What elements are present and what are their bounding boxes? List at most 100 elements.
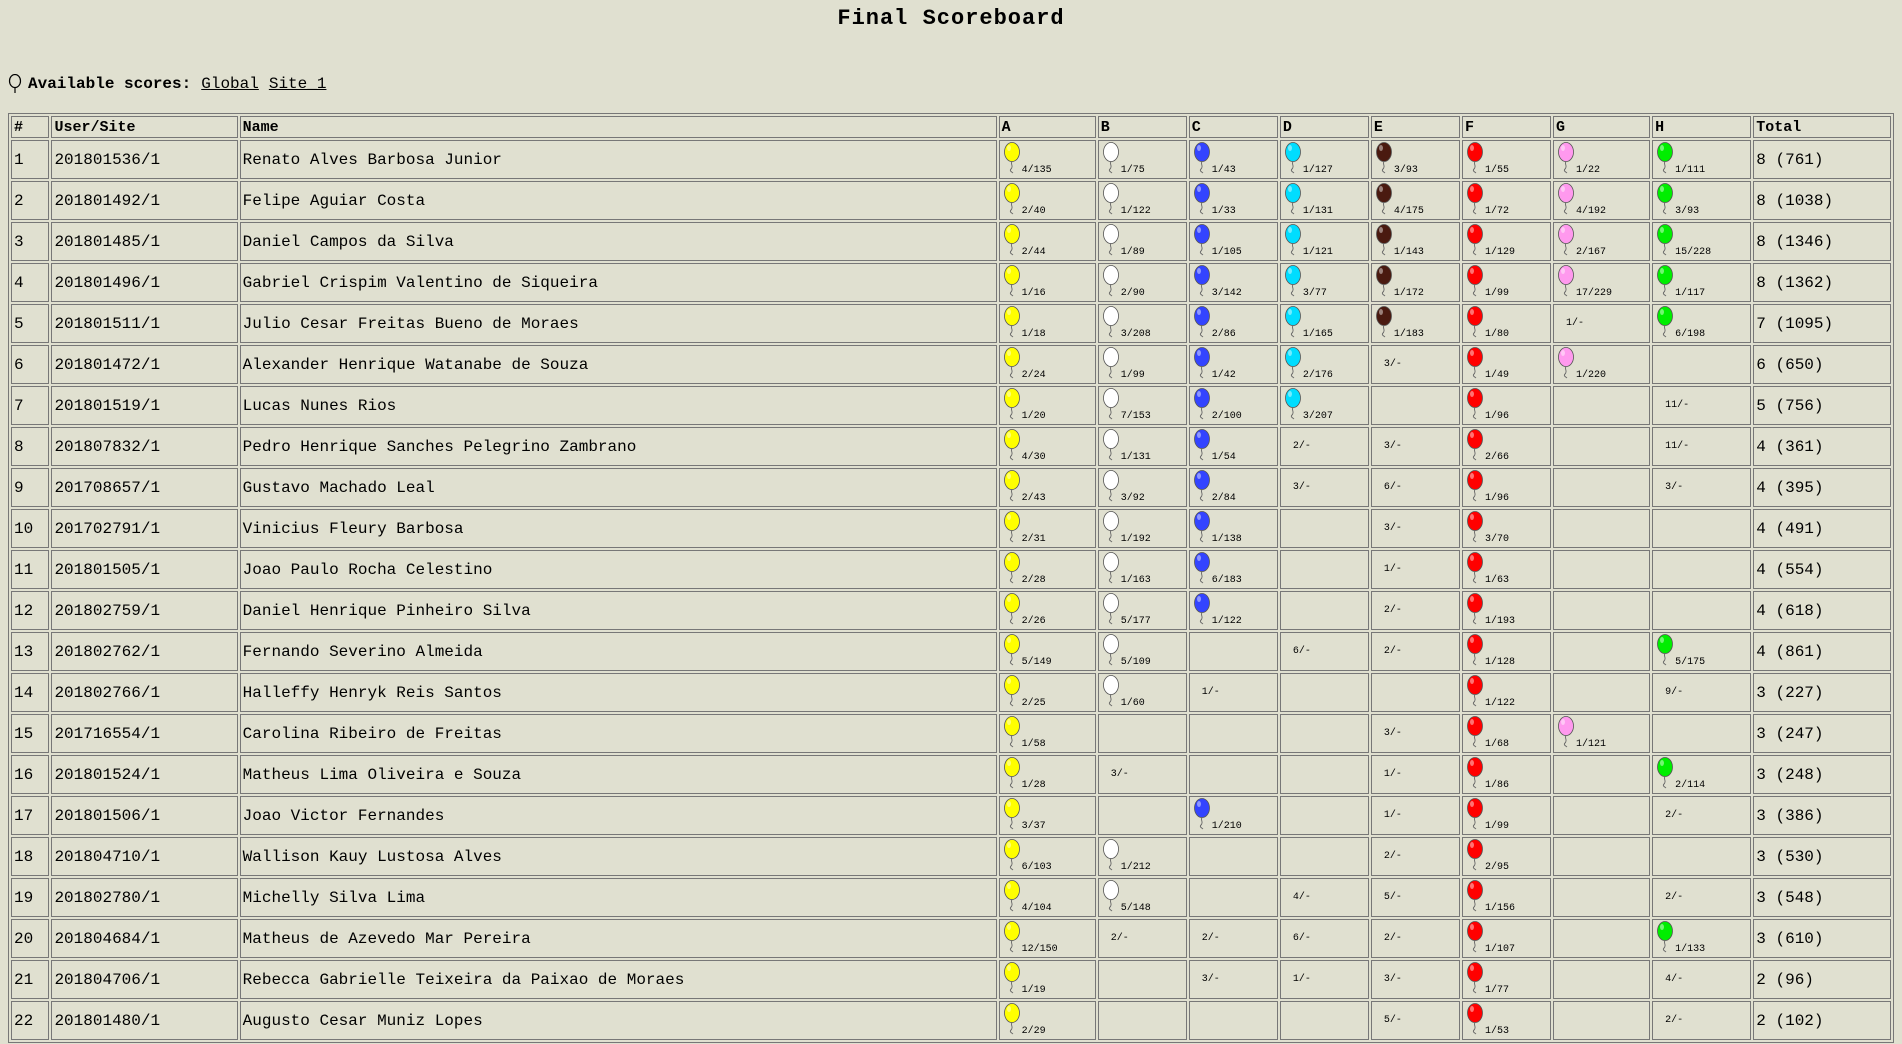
problem-a-cell: 2/43 — [998, 468, 1096, 507]
user-site-cell: 201708657/1 — [51, 468, 238, 507]
global-score-link[interactable]: Global — [201, 75, 259, 93]
problem-attempts: 3/- — [1201, 974, 1220, 985]
name-cell: Wallison Kauy Lustosa Alves — [239, 837, 997, 876]
problem-g-cell — [1552, 755, 1651, 794]
problem-a-cell: 2/40 — [998, 181, 1096, 220]
problem-h-cell: 1/117 — [1652, 263, 1752, 302]
balloon-h-icon — [1657, 921, 1674, 953]
user-site-cell: 201801485/1 — [51, 222, 238, 261]
problem-h-cell: 4/- — [1652, 960, 1752, 999]
problem-attempts: 4/135 — [1021, 165, 1052, 176]
rank-cell: 3 — [11, 222, 50, 261]
total-cell: 3 (548) — [1753, 878, 1891, 917]
balloon-f-icon — [1467, 593, 1483, 625]
problem-attempts: 2/28 — [1021, 575, 1046, 586]
problem-b-cell: 1/192 — [1097, 509, 1187, 548]
problem-attempts: 1/212 — [1120, 862, 1151, 873]
scoreboard-body: 1 201801536/1 Renato Alves Barbosa Junior 4… — [11, 140, 1891, 1040]
balloon-b-icon — [1102, 306, 1119, 338]
name-cell: Joao Paulo Rocha Celestino — [239, 550, 997, 589]
problem-e-cell: 3/- — [1370, 714, 1460, 753]
problem-h-cell — [1652, 837, 1752, 876]
balloon-e-icon — [1375, 142, 1392, 174]
problem-e-cell: 1/- — [1370, 796, 1460, 835]
problem-attempts: 4/- — [1292, 892, 1311, 903]
problem-h-cell: 11/- — [1652, 386, 1752, 425]
name-cell: Daniel Campos da Silva — [239, 222, 997, 261]
problem-d-cell — [1279, 509, 1369, 548]
problem-a-cell: 2/31 — [998, 509, 1096, 548]
problem-attempts: 1/33 — [1211, 206, 1236, 217]
balloon-f-icon — [1467, 1003, 1483, 1035]
problem-f-cell: 1/96 — [1461, 468, 1551, 507]
problem-b-cell: 1/131 — [1097, 427, 1187, 466]
problem-attempts: 2/- — [1665, 1015, 1684, 1026]
problem-c-cell: 2/86 — [1188, 304, 1278, 343]
user-site-cell: 201802780/1 — [51, 878, 238, 917]
problem-attempts: 1/- — [1383, 810, 1402, 821]
rank-cell: 7 — [11, 386, 50, 425]
problem-g-cell: 4/192 — [1552, 181, 1651, 220]
problem-attempts: 11/- — [1665, 400, 1690, 411]
problem-attempts: 2/66 — [1484, 452, 1509, 463]
balloon-e-icon — [1375, 224, 1392, 256]
problem-e-cell — [1370, 673, 1460, 712]
balloon-a-icon — [1003, 716, 1020, 748]
table-row: 17 201801506/1 Joao Victor Fernandes 3/37 1/… — [11, 796, 1891, 835]
name-cell: Halleffy Henryk Reis Santos — [239, 673, 997, 712]
problem-g-cell — [1552, 796, 1651, 835]
total-cell: 4 (491) — [1753, 509, 1891, 548]
problem-attempts: 2/- — [1665, 892, 1684, 903]
problem-c-cell — [1188, 1001, 1278, 1040]
problem-f-cell: 3/70 — [1461, 509, 1551, 548]
problem-h-cell: 15/228 — [1652, 222, 1752, 261]
problem-h-cell: 3/- — [1652, 468, 1752, 507]
problem-f-cell: 1/128 — [1461, 632, 1551, 671]
problem-attempts: 3/70 — [1484, 534, 1509, 545]
site-1-score-link[interactable]: Site_1 — [269, 75, 327, 93]
problem-f-cell: 1/96 — [1461, 386, 1551, 425]
balloon-a-icon — [1003, 552, 1020, 584]
problem-c-cell: 2/- — [1188, 919, 1278, 958]
problem-c-cell: 6/183 — [1188, 550, 1278, 589]
balloon-a-icon — [1003, 511, 1020, 543]
problem-attempts: 1/99 — [1484, 288, 1509, 299]
problem-f-cell: 2/95 — [1461, 837, 1551, 876]
problem-e-cell: 1/143 — [1370, 222, 1460, 261]
problem-attempts: 3/- — [1292, 482, 1311, 493]
table-row: 9 201708657/1 Gustavo Machado Leal 2/43 3/92… — [11, 468, 1891, 507]
problem-attempts: 1/63 — [1484, 575, 1509, 586]
problem-f-cell: 1/99 — [1461, 263, 1551, 302]
rank-cell: 19 — [11, 878, 50, 917]
name-cell: Joao Victor Fernandes — [239, 796, 997, 835]
total-cell: 8 (1346) — [1753, 222, 1891, 261]
name-cell: Alexander Henrique Watanabe de Souza — [239, 345, 997, 384]
problem-c-cell: 1/138 — [1188, 509, 1278, 548]
problem-d-cell: 4/- — [1279, 878, 1369, 917]
balloon-a-icon — [1003, 347, 1020, 379]
table-row: 19 201802780/1 Michelly Silva Lima 4/104 5/1… — [11, 878, 1891, 917]
balloon-f-icon — [1467, 962, 1483, 994]
problem-d-cell: 1/131 — [1279, 181, 1369, 220]
problem-c-cell: 1/42 — [1188, 345, 1278, 384]
problem-attempts: 1/156 — [1484, 903, 1515, 914]
problem-b-cell: 1/60 — [1097, 673, 1187, 712]
problem-h-cell: 3/93 — [1652, 181, 1752, 220]
problem-a-cell: 1/20 — [998, 386, 1096, 425]
balloon-a-icon — [1003, 962, 1020, 994]
problem-e-cell: 1/- — [1370, 755, 1460, 794]
problem-attempts: 1/138 — [1211, 534, 1242, 545]
problem-f-cell: 1/53 — [1461, 1001, 1551, 1040]
balloon-f-icon — [1467, 265, 1483, 297]
balloon-b-icon — [1102, 265, 1119, 297]
problem-attempts: 1/28 — [1021, 780, 1046, 791]
problem-attempts: 1/72 — [1484, 206, 1509, 217]
problem-attempts: 3/208 — [1120, 329, 1151, 340]
problem-attempts: 2/29 — [1021, 1026, 1046, 1037]
problem-h-cell: 1/111 — [1652, 140, 1752, 179]
problem-attempts: 5/175 — [1675, 657, 1706, 668]
rank-cell: 1 — [11, 140, 50, 179]
problem-attempts: 3/- — [1383, 523, 1402, 534]
balloon-b-icon — [1102, 470, 1119, 502]
balloon-f-icon — [1467, 757, 1483, 789]
